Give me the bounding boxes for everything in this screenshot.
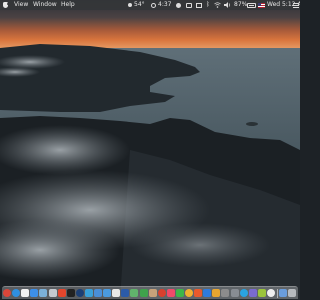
sea-rock [246,122,258,126]
apple-logo-icon[interactable] [3,2,9,8]
terminal-icon[interactable] [66,289,75,297]
bluetooth-icon[interactable]: ᛒ [206,0,210,8]
wifi-icon[interactable] [214,2,221,8]
script-icon[interactable] [48,289,57,297]
screen-share-icon[interactable] [84,289,93,297]
system-preferences-icon[interactable] [230,289,239,297]
dock [2,286,298,299]
x-tool-icon[interactable] [57,289,66,297]
github-icon[interactable] [266,289,275,297]
downloads-icon[interactable] [279,289,287,297]
contacts-icon[interactable] [148,289,157,297]
star-icon[interactable] [212,289,221,297]
battery-icon[interactable] [247,2,256,8]
menu-bar: View Window Help 54° 4:37 ᛒ 87% Wed 5:12… [0,0,300,10]
chrome-icon[interactable] [3,289,11,297]
notes-icon[interactable] [112,289,121,297]
finder-icon[interactable] [30,289,39,297]
photos-icon[interactable] [185,289,193,297]
photoshop-icon[interactable] [75,289,84,297]
word-icon[interactable] [121,289,130,297]
sync-icon[interactable] [176,2,181,8]
pixelmator-icon[interactable] [194,289,203,297]
android-icon[interactable] [257,289,266,297]
battery-percent[interactable]: 87% [234,0,247,10]
calendar-icon[interactable] [21,289,30,297]
list-icon[interactable] [293,2,299,8]
temperature-label[interactable]: 54° [134,0,145,10]
volume-icon[interactable] [224,2,231,8]
facetime-icon[interactable] [139,289,148,297]
trash-icon[interactable] [288,289,297,297]
timer-icon[interactable] [151,2,156,8]
app-store-icon[interactable] [203,289,212,297]
timer-label[interactable]: 4:37 [158,0,171,10]
whatsapp-icon[interactable] [175,289,184,297]
temperature-icon[interactable] [128,3,132,7]
flag-icon[interactable] [258,2,265,8]
maps-icon[interactable] [130,289,139,297]
dropbox-icon[interactable] [196,2,202,8]
no-entry-icon[interactable] [157,289,166,297]
utilities-icon[interactable] [248,289,257,297]
menu-window[interactable]: Window [33,0,57,10]
desktop-wallpaper [0,0,300,300]
atom-icon[interactable] [103,289,112,297]
dock-separator [276,289,278,298]
folder-icon[interactable] [94,289,102,297]
keychain-icon[interactable] [221,289,230,297]
skype-icon[interactable] [239,289,248,297]
safari-icon[interactable] [12,289,21,297]
box-icon[interactable] [186,2,192,8]
music-icon[interactable] [166,289,175,297]
preview-icon[interactable] [39,289,48,297]
menu-help[interactable]: Help [61,0,75,10]
fog-bank-4 [130,223,270,267]
menu-view[interactable]: View [14,0,28,10]
